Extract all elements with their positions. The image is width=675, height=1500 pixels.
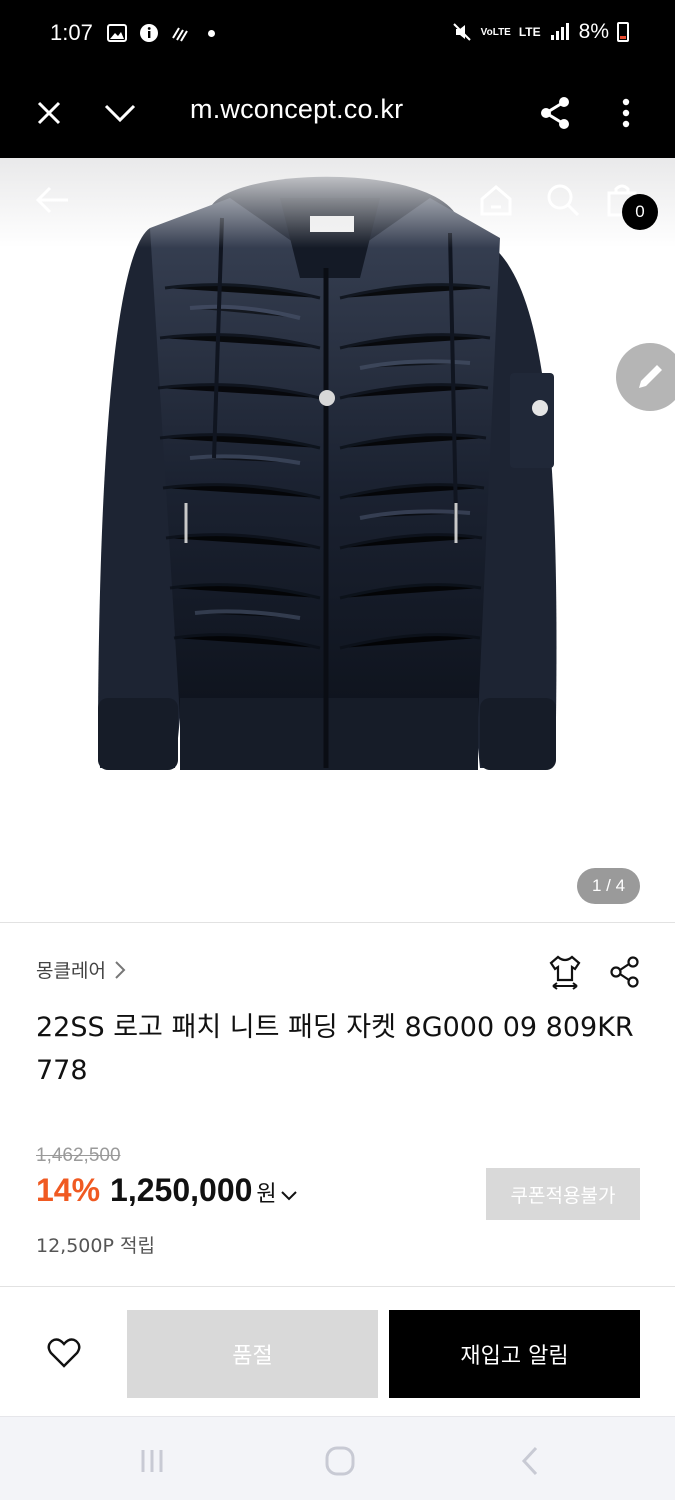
brand-link[interactable]: 몽클레어 — [36, 956, 126, 983]
section-divider — [0, 1286, 675, 1287]
chevron-down-icon — [104, 104, 136, 123]
wishlist-button[interactable] — [36, 1325, 92, 1381]
cart-count-badge: 0 — [622, 194, 658, 230]
currency-label: 원 — [256, 1182, 277, 1207]
product-actions — [546, 953, 644, 991]
brand-name: 몽클레어 — [36, 960, 106, 982]
battery-percent: 8% — [578, 20, 609, 43]
shirt-size-icon — [549, 955, 581, 990]
product-title: 22SS 로고 패치 니트 패딩 자켓 8G000 09 809KR 778 — [36, 1012, 634, 1086]
back-button[interactable] — [30, 178, 74, 222]
browser-toolbar: m.wconcept.co.kr — [0, 68, 675, 158]
image-counter: 1 / 4 — [577, 868, 640, 904]
status-left-icons — [106, 22, 215, 44]
home-nav-button[interactable] — [320, 1441, 360, 1481]
size-guide-button[interactable] — [546, 953, 584, 991]
section-divider — [0, 922, 675, 923]
chevron-right-icon — [115, 960, 126, 979]
wifi-calling-icon — [170, 22, 192, 44]
home-button[interactable] — [474, 178, 518, 222]
back-chevron-icon — [521, 1446, 538, 1476]
product-jacket-image — [98, 176, 557, 770]
mute-icon — [451, 21, 473, 43]
share-icon — [610, 956, 639, 988]
share-page-button[interactable] — [530, 88, 580, 138]
search-button[interactable] — [541, 178, 585, 222]
chevron-down-icon — [280, 1191, 297, 1201]
pencil-icon — [639, 365, 662, 388]
restock-notify-button[interactable]: 재입고 알림 — [389, 1310, 640, 1398]
heart-icon — [47, 1338, 81, 1368]
gallery-icon — [106, 22, 128, 44]
volte-label: VoLTE — [480, 26, 511, 38]
sale-price: 1,250,000 — [110, 1172, 253, 1208]
system-navigation-bar — [0, 1416, 675, 1500]
home-circle-icon — [325, 1446, 355, 1476]
reward-points: 12,500P 적립 — [36, 1235, 155, 1257]
coupon-unavailable-button[interactable]: 쿠폰적용불가 — [486, 1168, 640, 1220]
back-nav-button[interactable] — [510, 1441, 550, 1481]
status-right-icons: VoLTE LTE 8% — [451, 20, 629, 44]
share-product-button[interactable] — [606, 953, 644, 991]
discount-rate: 14% — [36, 1172, 101, 1208]
search-icon — [547, 184, 580, 217]
close-icon — [37, 101, 61, 125]
url-text[interactable]: m.wconcept.co.kr — [190, 94, 403, 125]
arrow-left-icon — [35, 186, 68, 214]
status-time: 1:07 — [50, 20, 93, 45]
recent-apps-icon — [141, 1450, 163, 1472]
info-icon — [138, 22, 160, 44]
soldout-button[interactable]: 품절 — [127, 1310, 378, 1398]
recent-apps-button[interactable] — [132, 1441, 172, 1481]
price-row: 14% 1,250,000 원 — [36, 1172, 299, 1209]
browser-menu-button[interactable] — [601, 88, 651, 138]
more-vertical-icon — [622, 98, 630, 128]
minimize-button[interactable] — [95, 88, 145, 138]
price-detail-toggle[interactable] — [280, 1187, 299, 1205]
close-tab-button[interactable] — [24, 88, 74, 138]
signal-icon — [549, 21, 571, 43]
original-price: 1,462,500 — [36, 1145, 121, 1166]
product-image-carousel[interactable]: 0 1 / 4 — [0, 158, 675, 923]
status-bar: 1:07 VoLTE LTE 8% — [0, 0, 675, 68]
home-icon — [480, 185, 512, 216]
share-icon — [541, 97, 569, 129]
notification-dot-icon — [208, 29, 215, 37]
network-label: LTE — [518, 25, 541, 39]
edit-floating-button[interactable] — [616, 343, 675, 411]
battery-icon — [617, 22, 629, 42]
